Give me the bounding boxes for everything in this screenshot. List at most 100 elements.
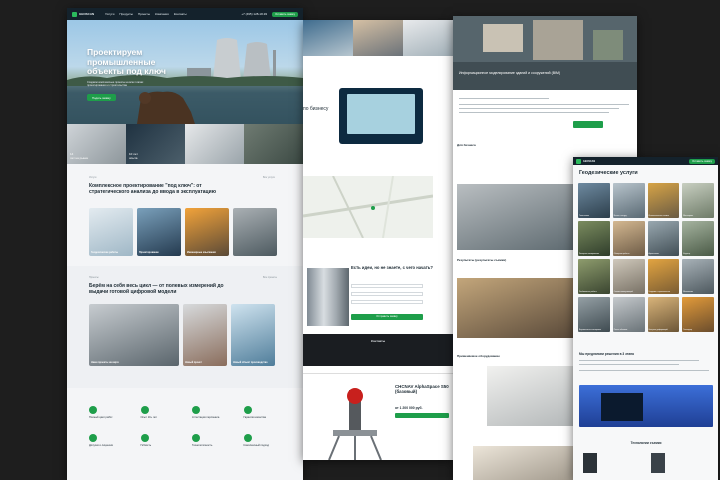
stat-card: [244, 124, 303, 164]
pipeline-image: [307, 268, 349, 326]
order-button[interactable]: [573, 121, 603, 128]
gallery-label: Контроль деформаций: [648, 329, 668, 331]
service-card[interactable]: Геодезические работы: [89, 208, 133, 256]
gallery-item[interactable]: Разбивочные работы: [578, 259, 610, 294]
hero-submit-button[interactable]: Подать заявку: [87, 94, 116, 101]
service-card[interactable]: Инженерные изыскания: [185, 208, 229, 256]
all-projects-link[interactable]: Все проекты: [263, 276, 277, 279]
projects-cards: Наши проекты на карте Новый проект Новый…: [89, 304, 275, 366]
gallery-item[interactable]: Лазерное сканирование: [578, 221, 610, 256]
nav-item-company[interactable]: Компания: [155, 12, 169, 16]
top-photos: [303, 20, 453, 56]
gallery-item[interactable]: Съемка коммуникаций: [612, 259, 645, 294]
phone-input[interactable]: [351, 292, 423, 296]
gallery-label: Вертикальная планировка: [579, 329, 602, 331]
site-logo[interactable]: GEOSCAN: [72, 11, 94, 17]
service-card[interactable]: [233, 208, 277, 256]
stat-card: [185, 124, 244, 164]
service-card-label: Геодезические работы: [91, 251, 119, 254]
email-input[interactable]: [351, 300, 423, 304]
gallery-label: Технадзор: [683, 329, 692, 331]
footer: Контакты: [303, 334, 453, 366]
laptop-image: [339, 88, 423, 144]
section-heading: Для бизнеса: [457, 143, 476, 147]
feature-item: Допуски и лицензии: [89, 434, 135, 456]
request-button[interactable]: Оставить заявку: [272, 11, 298, 17]
gallery-item[interactable]: Расчет объемов: [612, 297, 645, 332]
map-roads: [303, 175, 434, 239]
gallery-item[interactable]: Геодезия в строительстве: [647, 259, 680, 294]
feature-label: Аттестация персонала: [192, 416, 220, 419]
buy-button[interactable]: [395, 413, 449, 418]
logo-text[interactable]: GEOSCAN: [583, 160, 595, 163]
feature-label: Комплексный подход: [243, 444, 270, 447]
product-page-nav: [303, 366, 453, 374]
section-heading: Результаты (результаты съёмки): [457, 258, 507, 262]
gallery-item[interactable]: Аэросъемка: [647, 221, 680, 256]
shield-icon: [243, 406, 252, 414]
section-heading: Мы предлагаем решения в 3 этапа: [579, 352, 634, 356]
flex-icon: [140, 434, 149, 442]
nav-item-contacts[interactable]: Контакты: [174, 12, 187, 16]
gallery-label: Топосъемка: [579, 215, 590, 217]
services-cards: Геодезические работы Проектирование Инже…: [89, 208, 277, 256]
section-heading: Применяемое оборудование: [457, 354, 500, 358]
section-label: Услуги: [89, 176, 97, 179]
gallery-item[interactable]: Технадзор: [682, 297, 714, 332]
gallery-label: Исполнительная съемка: [648, 215, 669, 217]
gallery-item[interactable]: Обмерные работы: [612, 221, 645, 256]
project-card[interactable]: Наши проекты на карте: [89, 304, 179, 366]
gallery-item[interactable]: Контроль деформаций: [647, 297, 680, 332]
project-card-label: Наши проекты на карте: [91, 361, 119, 364]
clock-icon: [140, 406, 149, 414]
gallery-item[interactable]: Мониторинг: [682, 183, 714, 218]
gallery-item[interactable]: Исполнительная съемка: [647, 183, 680, 218]
gallery-label: Обмерные работы: [613, 253, 630, 255]
services-heading: Комплексное проектирование "под ключ": о…: [89, 183, 216, 195]
request-button[interactable]: Оставить заявку: [689, 158, 715, 164]
name-input[interactable]: [351, 284, 423, 288]
section-heading: по бизнесу: [303, 106, 329, 112]
gallery-label: Аэросъемка: [648, 253, 659, 255]
stats-strip: 14 лет на рынке 10 лет опыта: [67, 124, 303, 164]
stat-label: опыта: [129, 156, 138, 160]
feature-label: Технологичность: [192, 444, 213, 447]
gallery-item[interactable]: Вынос в натуру: [612, 183, 645, 218]
gallery-label: Расчет объемов: [613, 329, 628, 331]
nav-item-services[interactable]: Услуги: [105, 12, 114, 16]
text-line: [459, 98, 549, 100]
product-title: CHCNAV AlphaSpace S50 (базовый): [395, 384, 449, 395]
text-line: [459, 112, 609, 114]
gallery-item[interactable]: Кадастр: [682, 221, 714, 256]
service-card[interactable]: Проектирование: [137, 208, 181, 256]
check-icon: [89, 406, 97, 414]
project-card[interactable]: Новый проект: [183, 304, 227, 366]
gallery-label: Кадастр: [683, 253, 691, 255]
gallery-label: Межевание: [683, 291, 693, 293]
homepage-screen: GEOSCAN Услуги Продукты Проекты Компания…: [67, 8, 303, 480]
projects-heading: Берём на себя весь цикл — от полевых изм…: [89, 283, 224, 295]
feature-label: Гарантия качества: [243, 416, 266, 419]
nav-item-projects[interactable]: Проекты: [138, 12, 150, 16]
nav-item-products[interactable]: Продукты: [119, 12, 133, 16]
feature-label: Допуски и лицензии: [89, 444, 114, 447]
product-price: от 1 200 000 руб.: [395, 406, 423, 410]
page-title: Геодезические услуги: [579, 170, 638, 176]
phone-number[interactable]: +7 (495) 128-18-93: [241, 12, 267, 16]
all-services-link[interactable]: Все услуги: [263, 176, 275, 179]
submit-form-button[interactable]: Отправить заявку: [351, 314, 423, 320]
gallery-label: Вынос в натуру: [613, 215, 627, 217]
gallery-item[interactable]: Топосъемка: [578, 183, 610, 218]
gallery-item[interactable]: Вертикальная планировка: [578, 297, 610, 332]
text-line: [579, 364, 679, 366]
gear-icon: [192, 434, 200, 442]
gallery-item[interactable]: Межевание: [682, 259, 714, 294]
bim-title: Информационное моделирование зданий и со…: [459, 71, 561, 75]
gallery-label: Лазерное сканирование: [579, 253, 600, 255]
hero-subtitle: Создаём комплексные проекты на всех этап…: [87, 81, 144, 88]
feature-item: Аттестация персонала: [192, 406, 238, 428]
service-card-label: Инженерные изыскания: [187, 251, 216, 254]
project-card[interactable]: Новый объект производство: [231, 304, 275, 366]
feature-item: Опыт 10+ лет: [140, 406, 187, 428]
photo: [303, 20, 353, 56]
